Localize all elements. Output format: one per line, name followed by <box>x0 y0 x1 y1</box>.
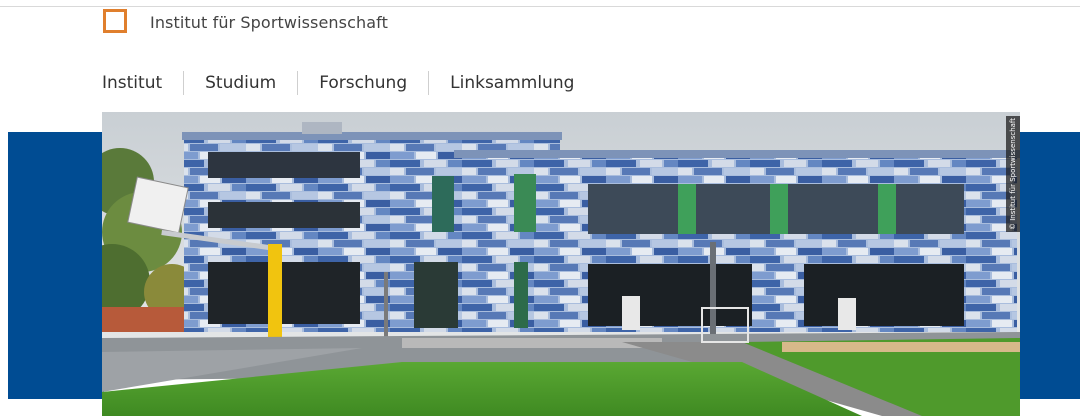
nav-item-studium[interactable]: Studium <box>184 70 297 96</box>
photo-credit-text: © Institut für Sportwissenschaft <box>1009 117 1017 231</box>
hero-band-left <box>8 132 104 399</box>
hero-band-right <box>1018 132 1080 399</box>
header-divider <box>0 6 1080 7</box>
nav-item-institut[interactable]: Institut <box>102 70 183 96</box>
photo-credit: © Institut für Sportwissenschaft <box>1006 116 1020 232</box>
logo-square-icon <box>103 9 127 33</box>
site-name[interactable]: Institut für Sportwissenschaft <box>150 13 388 32</box>
nav-item-forschung[interactable]: Forschung <box>298 70 428 96</box>
main-navigation: Institut Studium Forschung Linksammlung <box>102 70 595 96</box>
nav-item-linksammlung[interactable]: Linksammlung <box>429 70 595 96</box>
hero-image <box>102 112 1020 416</box>
